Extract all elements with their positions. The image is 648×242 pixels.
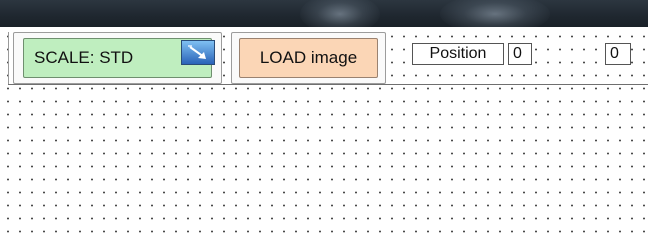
window-title-bar: [0, 0, 648, 27]
title-bar-glow-left: [300, 0, 380, 27]
toolbar-left-edge: [8, 32, 9, 84]
load-image-button-face[interactable]: LOAD image: [239, 38, 378, 78]
scale-button[interactable]: SCALE: STD: [13, 32, 222, 84]
position-label: Position: [412, 43, 504, 65]
position-x-field[interactable]: 0: [508, 43, 532, 65]
position-y-field[interactable]: 0: [605, 43, 631, 65]
title-bar-glow-right: [440, 0, 550, 27]
load-image-button[interactable]: LOAD image: [231, 32, 386, 84]
toolbar-divider: [8, 84, 648, 85]
scale-button-label: SCALE: STD: [34, 48, 134, 67]
load-image-button-label: LOAD image: [259, 48, 358, 67]
resize-diagonal-icon[interactable]: [181, 40, 215, 65]
